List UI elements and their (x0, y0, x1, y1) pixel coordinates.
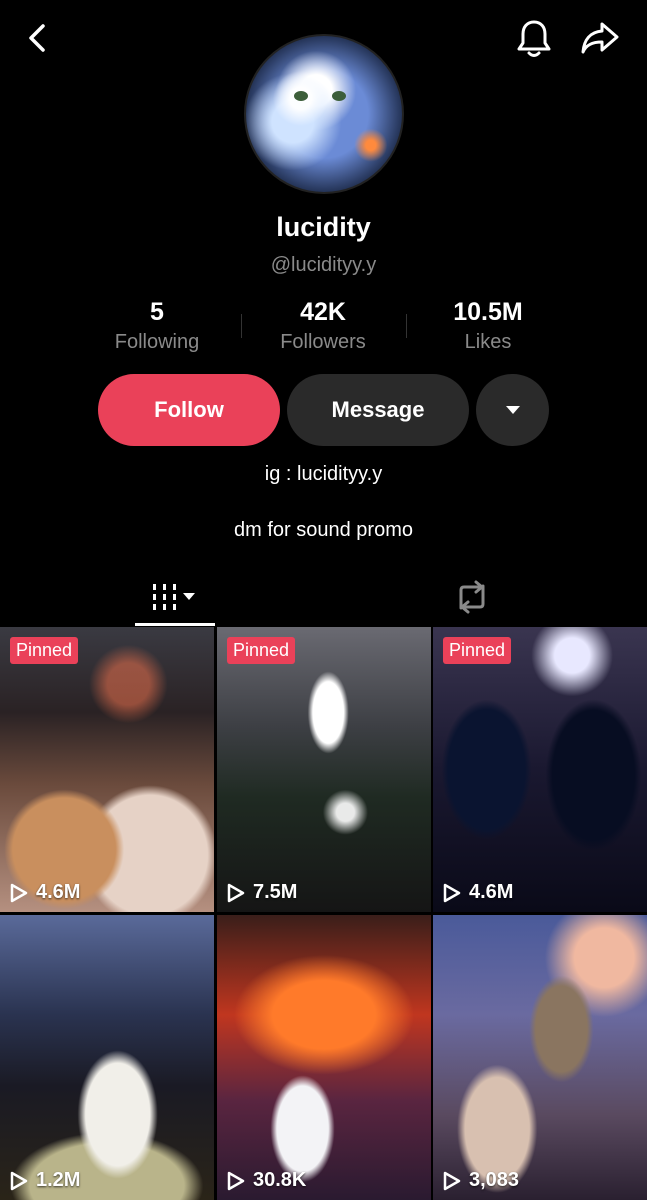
notifications-button[interactable] (512, 16, 556, 60)
pinned-badge: Pinned (10, 637, 79, 664)
stat-value: 10.5M (453, 298, 523, 326)
stat-likes[interactable]: 10.5M Likes (413, 298, 563, 354)
play-outline-icon (443, 883, 461, 902)
play-outline-icon (227, 1171, 245, 1190)
stat-label: Following (114, 331, 200, 353)
video-thumbnail[interactable]: 3,083 (433, 915, 647, 1200)
view-count: 30.8K (227, 1169, 306, 1192)
view-count: 4.6M (443, 881, 513, 904)
video-thumbnail[interactable]: Pinned 4.6M (433, 627, 647, 912)
triangle-down-icon (505, 406, 520, 414)
view-count: 3,083 (443, 1169, 519, 1192)
tab-videos[interactable] (135, 568, 215, 626)
tab-reposts[interactable] (432, 568, 512, 626)
pinned-badge: Pinned (443, 637, 512, 664)
play-outline-icon (227, 883, 245, 902)
pinned-badge: Pinned (227, 637, 296, 664)
stat-followers[interactable]: 42K Followers (248, 298, 398, 354)
video-thumbnail[interactable]: 1.2M (0, 915, 214, 1200)
stat-divider (406, 314, 407, 338)
video-thumbnail[interactable]: Pinned 7.5M (217, 627, 431, 912)
bell-icon (517, 20, 551, 57)
share-button[interactable] (578, 16, 622, 60)
stat-value: 5 (150, 298, 164, 326)
play-outline-icon (10, 883, 28, 902)
profile-name: lucidity (276, 212, 371, 242)
stat-label: Likes (464, 331, 512, 353)
play-outline-icon (443, 1171, 461, 1190)
follow-button[interactable]: Follow (98, 374, 280, 446)
repost-icon (459, 580, 485, 614)
view-count-value: 7.5M (253, 881, 298, 903)
view-count-value: 30.8K (253, 1169, 307, 1191)
video-grid: Pinned 4.6M Pinned 7.5M Pinned 4.6M 1.2M… (0, 627, 647, 1200)
view-count: 1.2M (10, 1169, 80, 1192)
message-button[interactable]: Message (287, 374, 469, 446)
active-tab-indicator (135, 623, 215, 626)
video-thumbnail[interactable]: Pinned 4.6M (0, 627, 214, 912)
stat-value: 42K (300, 298, 346, 326)
back-button[interactable] (18, 18, 58, 58)
avatar-cat-eye (332, 91, 346, 101)
view-count-value: 1.2M (36, 1169, 81, 1191)
share-arrow-icon (581, 22, 619, 54)
profile-handle: @lucidityy.y (270, 254, 377, 276)
avatar-cat-eye (294, 91, 308, 101)
stat-following[interactable]: 5 Following (82, 298, 232, 354)
chevron-left-icon (29, 24, 45, 52)
more-options-button[interactable] (476, 374, 549, 446)
view-count: 4.6M (10, 881, 80, 904)
view-count-value: 4.6M (469, 881, 514, 903)
bio-line: dm for sound promo (234, 519, 413, 541)
view-count-value: 3,083 (469, 1169, 520, 1191)
play-outline-icon (10, 1171, 28, 1190)
bio-line: ig : lucidityy.y (264, 463, 383, 485)
stat-divider (241, 314, 242, 338)
grid-bars-icon (153, 584, 195, 610)
view-count-value: 4.6M (36, 881, 81, 903)
profile-avatar[interactable] (244, 34, 404, 194)
video-thumbnail[interactable]: 30.8K (217, 915, 431, 1200)
view-count: 7.5M (227, 881, 297, 904)
stat-label: Followers (280, 331, 366, 353)
profile-stats: 5 Following 42K Followers 10.5M Likes (0, 298, 647, 358)
profile-tabs (0, 568, 647, 628)
